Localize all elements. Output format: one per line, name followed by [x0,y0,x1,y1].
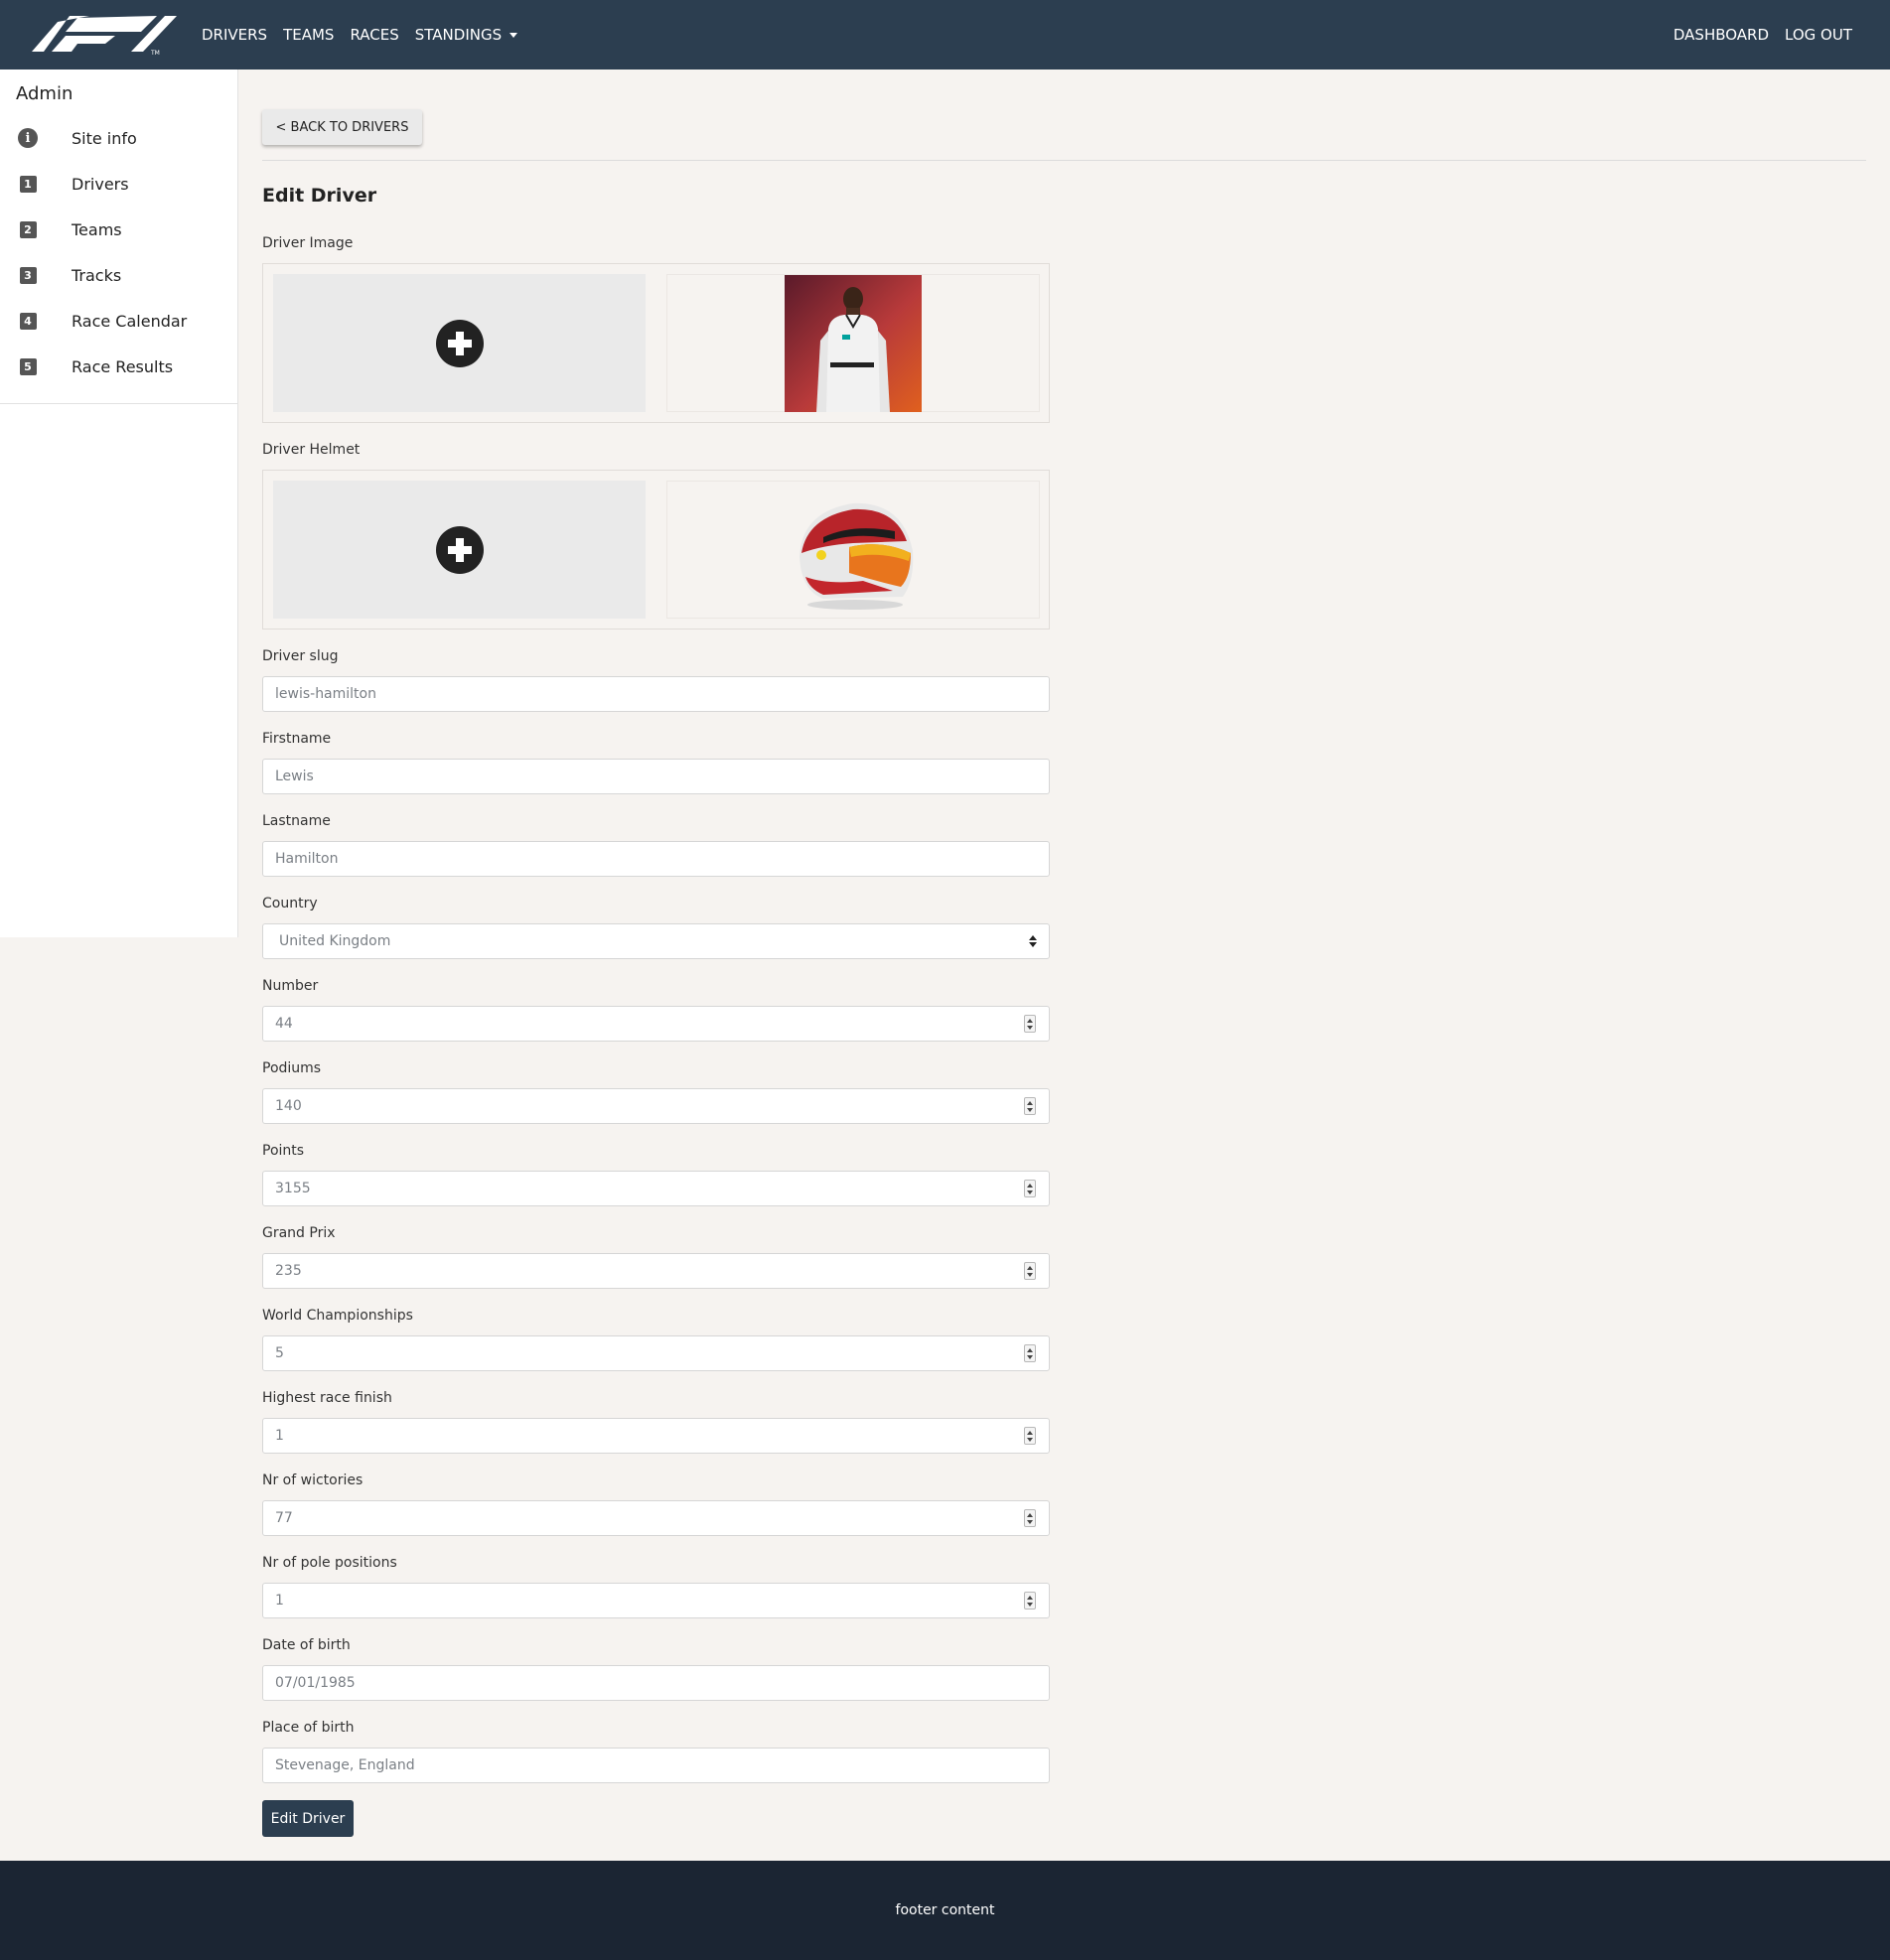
lastname-input[interactable] [262,841,1050,877]
victories-field [262,1500,1050,1536]
driver-image-dropzone[interactable] [273,274,646,412]
sidebar-item-drivers[interactable]: 1 Drivers [0,161,237,207]
highest-race-finish-spinner-icon[interactable] [1024,1427,1036,1445]
sidebar-item-label: Teams [72,219,122,239]
helmet-photo [800,502,914,610]
world-championships-label: World Championships [262,1308,413,1324]
svg-text:TM: TM [150,50,160,56]
world-championships-field [262,1335,1050,1371]
driver-helmet-label: Driver Helmet [262,442,361,458]
sidebar-item-race-results[interactable]: 5 Race Results [0,344,237,389]
number-5-icon: 5 [19,357,37,375]
points-field [262,1171,1050,1206]
sidebar-menu: i Site info 1 Drivers 2 Teams 3 Tracks 4… [0,115,237,389]
back-to-drivers-button[interactable]: < BACK TO DRIVERS [262,109,422,145]
points-label: Points [262,1143,305,1159]
sidebar-item-label: Drivers [72,174,129,194]
points-input[interactable] [262,1171,1050,1206]
sidebar-item-race-calendar[interactable]: 4 Race Calendar [0,298,237,344]
nav-dashboard-link[interactable]: DASHBOARD [1673,26,1769,44]
nav-right-links: DASHBOARD LOG OUT [1658,0,1852,70]
number-4-icon: 4 [19,312,37,330]
country-label: Country [262,896,318,911]
nav-standings-dropdown[interactable]: STANDINGS [414,26,518,44]
driver-image-preview [666,274,1040,412]
page-title: Edit Driver [262,185,377,207]
country-select-value: United Kingdom [279,933,391,949]
place-of-birth-input[interactable] [262,1748,1050,1783]
plus-circle-icon [435,319,484,367]
place-of-birth-label: Place of birth [262,1720,355,1736]
divider [262,160,1866,161]
nav-races-link[interactable]: RACES [350,26,398,44]
number-3-icon: 3 [19,266,37,284]
driver-helmet-uploader [262,470,1050,630]
plus-circle-icon [435,525,484,574]
admin-sidebar: Admin i Site info 1 Drivers 2 Teams 3 Tr… [0,70,238,937]
victories-label: Nr of wictories [262,1472,363,1488]
podiums-input[interactable] [262,1088,1050,1124]
victories-spinner-icon[interactable] [1024,1509,1036,1527]
sidebar-title: Admin [16,83,73,104]
number-2-icon: 2 [19,220,37,238]
number-field [262,1006,1050,1042]
sidebar-item-site-info[interactable]: i Site info [0,115,237,161]
victories-input[interactable] [262,1500,1050,1536]
sidebar-item-teams[interactable]: 2 Teams [0,207,237,252]
number-1-icon: 1 [19,175,37,193]
firstname-input[interactable] [262,759,1050,794]
date-of-birth-label: Date of birth [262,1637,351,1653]
number-label: Number [262,978,319,994]
grand-prix-label: Grand Prix [262,1225,336,1241]
sidebar-item-label: Race Calendar [72,311,188,331]
pole-positions-field [262,1583,1050,1618]
driver-helmet-dropzone[interactable] [273,481,646,619]
footer-text: footer content [895,1902,995,1918]
number-spinner-icon[interactable] [1024,1015,1036,1033]
points-spinner-icon[interactable] [1024,1180,1036,1197]
caret-down-icon [509,32,518,38]
footer: footer content [0,1861,1890,1960]
podiums-field [262,1088,1050,1124]
sidebar-item-label: Race Results [72,356,174,376]
nav-links: DRIVERS TEAMS RACES STANDINGS [202,0,533,70]
country-select[interactable]: United Kingdom [262,923,1050,959]
pole-positions-spinner-icon[interactable] [1024,1592,1036,1610]
info-icon: i [18,128,38,148]
driver-slug-input[interactable] [262,676,1050,712]
world-championships-spinner-icon[interactable] [1024,1344,1036,1362]
driver-slug-label: Driver slug [262,648,339,664]
podiums-label: Podiums [262,1060,322,1076]
sidebar-item-label: Site info [72,128,137,148]
pole-positions-label: Nr of pole positions [262,1555,397,1571]
grand-prix-spinner-icon[interactable] [1024,1262,1036,1280]
highest-race-finish-field [262,1418,1050,1454]
grand-prix-input[interactable] [262,1253,1050,1289]
driver-image-label: Driver Image [262,235,354,251]
f1-logo[interactable]: TM [30,14,179,56]
sidebar-divider [0,403,237,404]
nav-standings-label: STANDINGS [414,26,503,44]
nav-logout-link[interactable]: LOG OUT [1785,26,1852,44]
edit-driver-submit-button[interactable]: Edit Driver [262,1800,354,1837]
nav-drivers-link[interactable]: DRIVERS [202,26,267,44]
firstname-label: Firstname [262,731,332,747]
number-input[interactable] [262,1006,1050,1042]
driver-image-uploader [262,263,1050,423]
podiums-spinner-icon[interactable] [1024,1097,1036,1115]
top-navbar: TM DRIVERS TEAMS RACES STANDINGS DASHBOA… [0,0,1890,70]
driver-helmet-preview [666,481,1040,619]
driver-photo [785,274,922,412]
world-championships-input[interactable] [262,1335,1050,1371]
highest-race-finish-label: Highest race finish [262,1390,392,1406]
nav-teams-link[interactable]: TEAMS [283,26,334,44]
sidebar-item-tracks[interactable]: 3 Tracks [0,252,237,298]
sidebar-item-label: Tracks [72,265,122,285]
select-arrows-icon [1029,935,1037,948]
highest-race-finish-input[interactable] [262,1418,1050,1454]
lastname-label: Lastname [262,813,331,829]
date-of-birth-input[interactable] [262,1665,1050,1701]
pole-positions-input[interactable] [262,1583,1050,1618]
grand-prix-field [262,1253,1050,1289]
